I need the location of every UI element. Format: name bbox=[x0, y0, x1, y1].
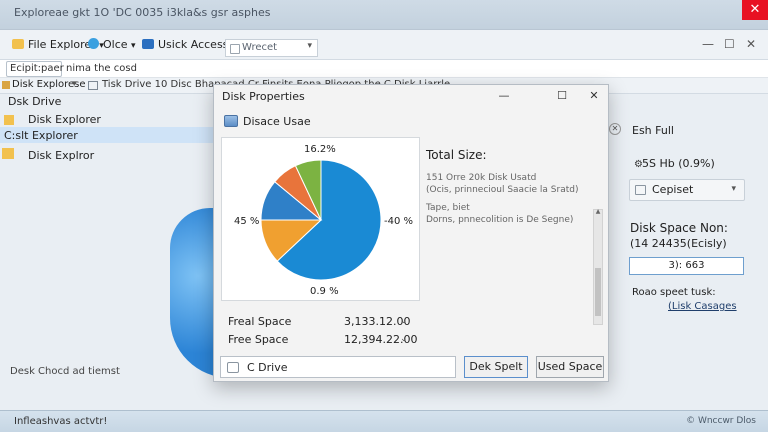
window-title: Exploreae gkt 1O 'DC 0035 i3kla&s gsr as… bbox=[14, 6, 271, 19]
globe-icon bbox=[88, 38, 99, 49]
right-panel-label: Disk Space Non: bbox=[630, 221, 728, 235]
chevron-down-icon[interactable]: ⌄ bbox=[400, 334, 408, 344]
info-line: (Ocis, prinnecioul Saacie la Sratd) bbox=[426, 185, 579, 195]
tab-search-box[interactable]: Wrecet ▾ bbox=[225, 39, 318, 57]
address-input[interactable]: Ecipit:paer bbox=[6, 61, 64, 77]
tab-label: Olce bbox=[103, 38, 128, 51]
tab-search-value: Wrecet bbox=[242, 42, 278, 53]
chart-label-left: 45 % bbox=[234, 216, 260, 227]
dialog-maximize-button[interactable]: ☐ bbox=[552, 88, 572, 104]
tab-label: Usick Access bbox=[158, 38, 229, 51]
dialog-header-label: Disace Usae bbox=[243, 115, 311, 128]
info-line: Tape, biet bbox=[426, 203, 470, 213]
drive-icon bbox=[227, 362, 239, 373]
tab-quick-access[interactable]: Usick Access bbox=[142, 38, 228, 51]
right-panel-link[interactable]: (Lisk Casages bbox=[668, 301, 737, 312]
dialog-header: Disace Usae bbox=[224, 115, 311, 128]
dialog-minimize-button[interactable]: — bbox=[494, 88, 514, 104]
combo-value: Cepiset bbox=[652, 183, 694, 196]
drive-icon bbox=[2, 81, 10, 89]
status-bar: Desk Chocd ad tiemst bbox=[10, 366, 120, 377]
maximize-button[interactable]: ☐ bbox=[724, 37, 735, 51]
disk-spelt-button[interactable]: Dek Spelt bbox=[464, 356, 528, 378]
scroll-up-icon[interactable]: ▲ bbox=[594, 208, 602, 215]
drive-label: C Drive bbox=[247, 361, 288, 374]
chevron-down-icon: ▾ bbox=[131, 41, 136, 51]
disk-usage-chart: 16.2% 45 % -40 % 0.9 % bbox=[221, 137, 420, 301]
dialog-close-button[interactable]: ✕ bbox=[584, 88, 604, 104]
taskbar-right-text: © Wnccwr Dlos bbox=[686, 416, 756, 426]
folder-icon bbox=[4, 115, 14, 125]
right-panel-stat: 5S Hb (0.9%) bbox=[642, 157, 715, 170]
drive-icon bbox=[635, 185, 646, 195]
right-panel-caption: Roao speet tusk: bbox=[632, 287, 716, 298]
nav-item-c-explorer[interactable]: C:slt Explorer bbox=[4, 129, 78, 142]
folder-icon bbox=[12, 39, 24, 49]
chevron-down-icon: ▾ bbox=[731, 184, 736, 194]
drive-icon bbox=[88, 81, 98, 90]
right-panel-combo[interactable]: Cepiset ▾ bbox=[629, 179, 745, 201]
taskbar: Infleashvas actvtr! © Wnccwr Dlos bbox=[0, 410, 768, 432]
info-line: 151 Orre 20k Disk Usatd bbox=[426, 173, 537, 183]
info-line: Dorns, pnnecolition is De Segne) bbox=[426, 215, 574, 225]
used-space-button[interactable]: Used Space bbox=[536, 356, 604, 378]
address-text: nima the cosd bbox=[66, 63, 137, 74]
total-size-title: Total Size: bbox=[426, 148, 487, 162]
right-panel-title: Esh Full bbox=[632, 124, 674, 137]
chart-label-right: -40 % bbox=[384, 216, 414, 227]
chevron-down-icon: ▾ bbox=[307, 41, 312, 51]
close-button[interactable]: ✕ bbox=[746, 37, 756, 51]
minimize-button[interactable]: — bbox=[702, 37, 714, 51]
tab-olce[interactable]: Olce ▾ bbox=[88, 38, 136, 51]
tab-bar: File Explorer ▾ Olce ▾ Usick Access — ☐ … bbox=[0, 30, 768, 60]
window-titlebar: Exploreae gkt 1O 'DC 0035 i3kla&s gsr as… bbox=[0, 0, 768, 30]
chart-label-bottom: 0.9 % bbox=[310, 286, 339, 297]
scrollbar-thumb[interactable] bbox=[595, 268, 601, 316]
nav-item-disk-explror[interactable]: Disk Explror bbox=[28, 149, 94, 162]
free-space-label: Freal Space bbox=[228, 315, 292, 328]
close-icon[interactable]: ✕ bbox=[609, 123, 621, 135]
disk-icon bbox=[224, 115, 238, 127]
right-panel-value: (14 24435(Ecisly) bbox=[630, 237, 727, 250]
folder-icon bbox=[2, 148, 14, 159]
nav-header: Dsk Drive bbox=[8, 95, 62, 108]
right-panel-field[interactable]: 3): 663 bbox=[629, 257, 744, 275]
taskbar-left-text: Infleashvas actvtr! bbox=[14, 416, 108, 427]
quick-access-icon bbox=[142, 39, 154, 49]
chart-label-top: 16.2% bbox=[304, 144, 336, 155]
window-close-button[interactable]: ✕ bbox=[742, 0, 768, 20]
dialog-titlebar: Disk Properties — ☐ ✕ bbox=[214, 85, 608, 107]
free-space-label-2: Free Space bbox=[228, 333, 289, 346]
info-scrollbar[interactable]: ▲ bbox=[593, 208, 603, 325]
nav-item-disk-explorer[interactable]: Disk Explorer bbox=[28, 113, 101, 126]
chevron-down-icon[interactable]: ▾ bbox=[72, 79, 77, 89]
tab-label: File Explorer bbox=[28, 38, 96, 51]
chevron-down-icon[interactable]: ⌄ bbox=[400, 316, 408, 326]
drive-selector[interactable]: C Drive bbox=[220, 356, 456, 378]
disk-properties-dialog: Disk Properties — ☐ ✕ Disace Usae 16.2% … bbox=[213, 84, 609, 382]
dialog-title: Disk Properties bbox=[222, 90, 305, 103]
